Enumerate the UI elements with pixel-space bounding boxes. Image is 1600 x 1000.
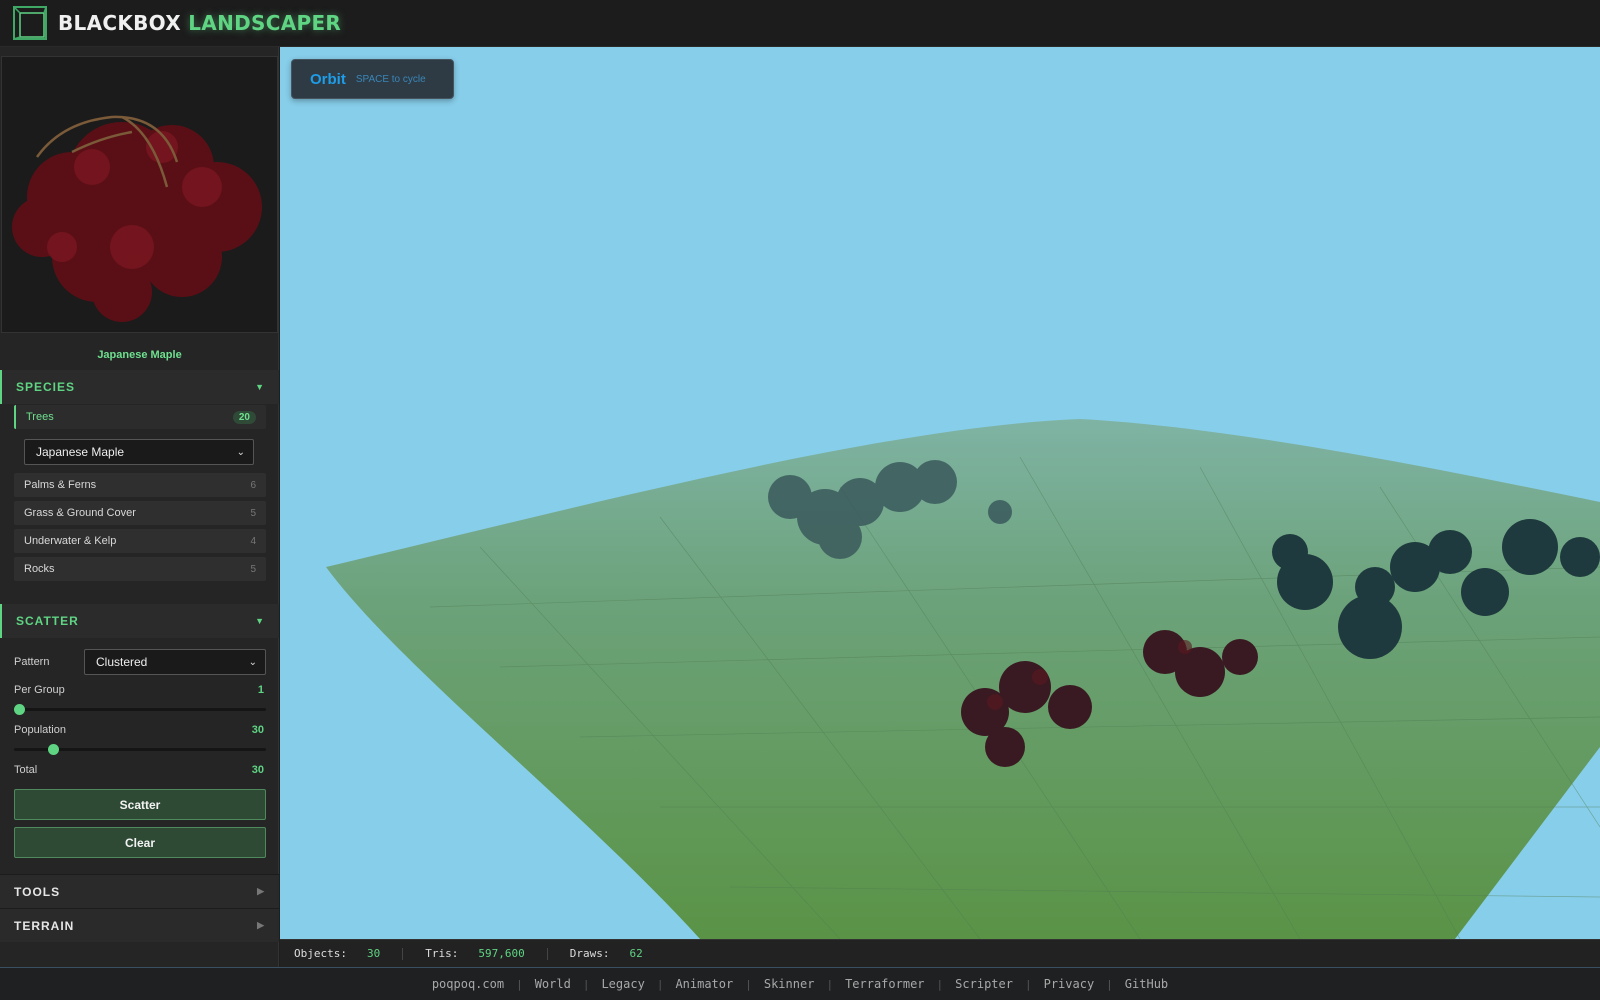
category-label: Palms & Ferns [24,479,97,491]
footer-separator: | [582,977,590,991]
footer-separator: | [745,977,752,991]
footer-separator: | [826,977,834,991]
species-select[interactable]: Japanese Maple ⌄ [24,439,254,465]
species-section-header[interactable]: SPECIES ▼ [0,370,279,404]
footer-link-poqpoq[interactable]: poqpoq.com [422,977,514,991]
stat-value: 30 [366,947,381,960]
category-palms-ferns[interactable]: Palms & Ferns 6 [14,473,266,497]
population-slider[interactable] [14,744,266,755]
category-count: 5 [250,507,256,519]
terrain-ground-plane [326,419,1600,939]
footer-link-terraformer[interactable]: Terraformer [835,977,934,991]
camera-mode-hint: SPACE to cycle [355,73,426,85]
caret-right-icon: ▶ [257,920,265,930]
footer-link-skinner[interactable]: Skinner [754,977,825,991]
category-count: 4 [250,535,256,547]
category-count: 6 [250,479,256,491]
total-label: Total [14,764,38,776]
species-preview[interactable] [1,56,278,333]
camera-mode-indicator[interactable]: Orbit SPACE to cycle [291,59,454,99]
app-title: BLACKBOX LANDSCAPER [58,11,341,35]
stat-label: Draws: [569,947,610,960]
footer-separator: | [656,977,664,991]
footer-link-world[interactable]: World [525,977,581,991]
category-count: 5 [250,563,256,575]
species-section-title: SPECIES [16,380,76,394]
3d-viewport[interactable]: Orbit SPACE to cycle [280,47,1600,939]
caret-right-icon: ▶ [257,886,265,896]
category-grass-ground-cover[interactable]: Grass & Ground Cover 5 [14,501,266,525]
footer-link-legacy[interactable]: Legacy [591,977,654,991]
total-value: 30 [251,764,264,776]
slider-handle[interactable] [47,744,59,755]
app-header: BLACKBOX LANDSCAPER [0,0,1600,47]
category-label: Underwater & Kelp [24,535,117,547]
tools-section-title: TOOLS [14,884,61,899]
footer-link-github[interactable]: GitHub [1115,977,1178,991]
cube-icon [13,6,47,40]
stats-bar: Objects: 30 Tris: 597,600 Draws: 62 [280,939,1600,967]
category-rocks[interactable]: Rocks 5 [14,557,266,581]
stat-divider [546,947,548,960]
category-trees[interactable]: Trees 20 [14,405,266,429]
camera-mode-label: Orbit [310,70,346,88]
pattern-select[interactable]: Clustered ⌄ [84,649,266,675]
population-value: 30 [251,724,264,736]
stat-value: 62 [629,947,643,960]
stat-value: 597,600 [478,947,525,960]
scatter-button[interactable]: Scatter [14,789,266,820]
scatter-section-title: SCATTER [16,614,79,628]
category-underwater-kelp[interactable]: Underwater & Kelp 4 [14,529,266,553]
stat-objects: Objects: 30 [294,947,380,960]
category-count-badge: 20 [232,410,256,424]
chevron-down-icon: ⌄ [236,446,245,458]
clear-button[interactable]: Clear [14,827,266,858]
footer-link-scripter[interactable]: Scripter [945,977,1023,991]
stat-label: Objects: [294,947,347,960]
population-label: Population [14,724,66,736]
footer-separator: | [1024,977,1032,991]
footer-nav: poqpoq.com | World | Legacy | Animator |… [0,967,1600,1000]
stat-draws: Draws: 62 [570,947,643,960]
footer-link-privacy[interactable]: Privacy [1034,977,1105,991]
terrain-section-header[interactable]: TERRAIN ▶ [0,908,279,942]
sidebar: Japanese Maple SPECIES ▼ Trees 20 Japane… [0,47,279,967]
footer-separator: | [516,977,523,991]
brand-word-blackbox: BLACKBOX [58,11,181,35]
per-group-label: Per Group [14,684,65,696]
pattern-label: Pattern [14,656,50,668]
pattern-select-value: Clustered [96,655,148,669]
category-label: Trees [26,411,54,423]
footer-separator: | [1106,977,1113,991]
brand-word-landscaper: LANDSCAPER [188,11,342,35]
stat-label: Tris: [425,947,459,960]
footer-link-animator[interactable]: Animator [665,977,743,991]
per-group-value: 1 [257,684,264,696]
slider-handle[interactable] [14,704,25,715]
terrain-scene [326,419,1600,939]
scatter-section-header[interactable]: SCATTER ▼ [0,604,279,638]
chevron-down-icon: ⌄ [248,656,257,668]
stat-divider [402,947,404,960]
footer-separator: | [936,977,944,991]
caret-down-icon: ▼ [255,382,265,392]
japanese-maple-preview-image [12,115,262,322]
tools-section-header[interactable]: TOOLS ▶ [0,874,279,908]
category-label: Rocks [24,563,55,575]
species-select-value: Japanese Maple [36,445,125,459]
category-label: Grass & Ground Cover [24,507,136,519]
terrain-section-title: TERRAIN [14,918,75,933]
stat-tris: Tris: 597,600 [425,947,524,960]
preview-species-name: Japanese Maple [97,349,182,361]
per-group-slider[interactable] [14,704,266,715]
caret-down-icon: ▼ [255,616,265,626]
